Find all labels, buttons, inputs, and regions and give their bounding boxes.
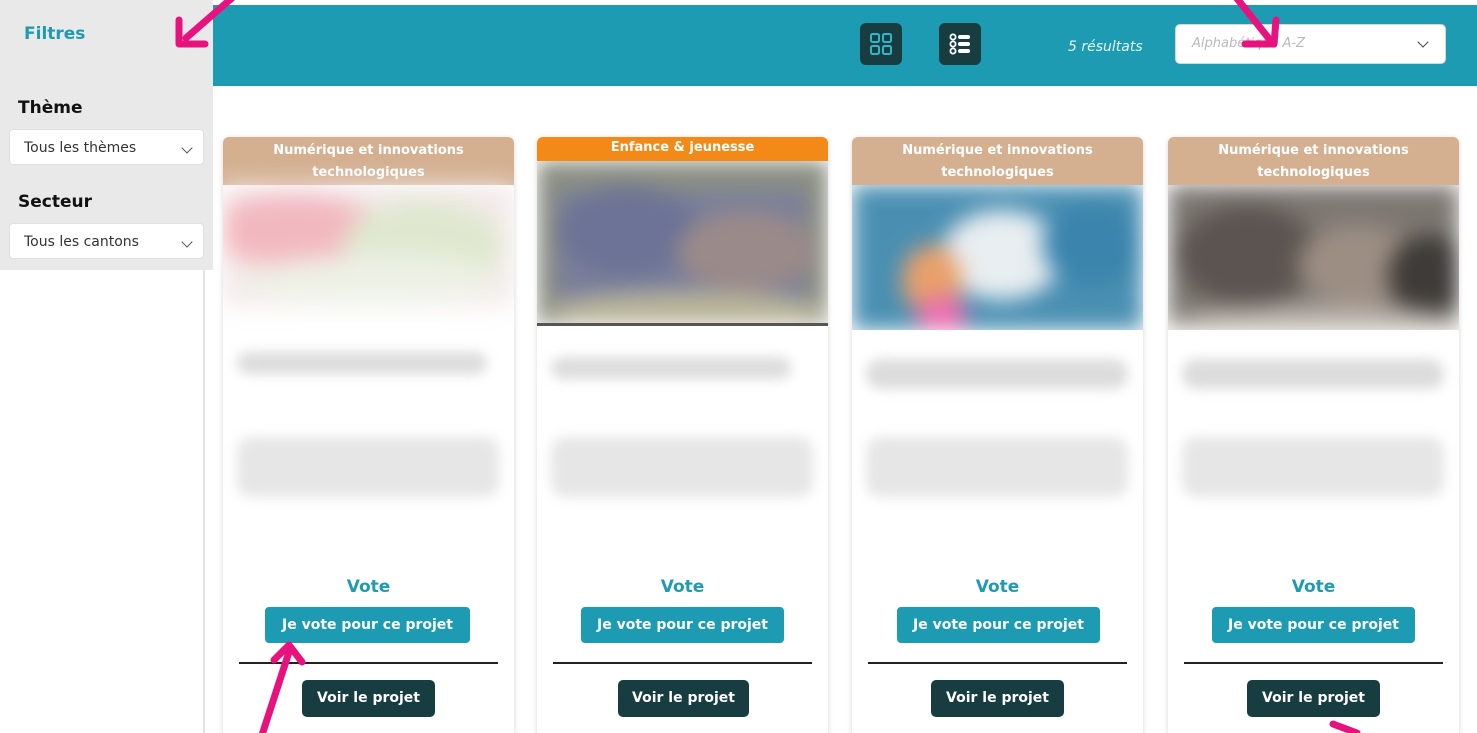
- divider: [239, 662, 498, 664]
- sort-select-value: Alphabétique A-Z: [1192, 36, 1306, 51]
- vote-button[interactable]: Je vote pour ce projet: [1212, 607, 1415, 643]
- vote-title: Vote: [1291, 577, 1336, 597]
- project-card: Numérique et innovations technologiques …: [1168, 137, 1459, 733]
- results-toolbar: 5 résultats Alphabétique A-Z: [213, 5, 1477, 86]
- vote-button[interactable]: Je vote pour ce projet: [581, 607, 784, 643]
- grid-view-button[interactable]: [860, 23, 902, 65]
- chevron-down-icon: [181, 236, 193, 248]
- sector-label: Secteur: [18, 192, 92, 212]
- chevron-down-icon: [1417, 36, 1429, 48]
- sidebar-divider: [203, 270, 205, 733]
- theme-tag: Numérique et innovations technologiques: [1168, 137, 1459, 185]
- results-count: 5 résultats: [1068, 39, 1143, 55]
- sector-select-value: Tous les cantons: [24, 234, 139, 250]
- theme-tag: Numérique et innovations technologiques: [852, 137, 1143, 185]
- theme-select-value: Tous les thèmes: [24, 140, 137, 156]
- project-image: [1168, 185, 1459, 330]
- chevron-down-icon: [181, 142, 193, 154]
- project-card: Numérique et innovations technologiques …: [223, 137, 514, 733]
- list-view-button[interactable]: [939, 23, 981, 65]
- project-image: [537, 161, 828, 324]
- vote-button[interactable]: Je vote pour ce projet: [897, 607, 1100, 643]
- divider: [553, 662, 812, 664]
- theme-tag: Enfance & jeunesse: [537, 137, 828, 161]
- image-border: [537, 323, 828, 326]
- divider: [1184, 662, 1443, 664]
- vote-title: Vote: [660, 577, 705, 597]
- project-image: [852, 185, 1143, 330]
- see-project-button[interactable]: Voir le projet: [1247, 680, 1380, 717]
- vote-title: Vote: [975, 577, 1020, 597]
- see-project-button[interactable]: Voir le projet: [931, 680, 1064, 717]
- see-project-button[interactable]: Voir le projet: [618, 680, 749, 717]
- grid-view-icon: [870, 33, 892, 55]
- filters-sidebar: Filtres Thème Tous les thèmes Secteur To…: [0, 0, 213, 270]
- see-project-button[interactable]: Voir le projet: [302, 680, 435, 717]
- filters-title: Filtres: [24, 24, 86, 44]
- vote-button[interactable]: Je vote pour ce projet: [265, 607, 470, 643]
- sort-select[interactable]: Alphabétique A-Z: [1175, 24, 1446, 64]
- theme-tag: Numérique et innovations technologiques: [223, 137, 514, 185]
- divider: [868, 662, 1127, 664]
- vote-title: Vote: [346, 577, 391, 597]
- project-card: Enfance & jeunesse Vote Je vote pour ce …: [537, 137, 828, 733]
- list-view-icon: [949, 33, 970, 55]
- theme-select[interactable]: Tous les thèmes: [9, 129, 204, 165]
- sector-select[interactable]: Tous les cantons: [9, 223, 204, 259]
- theme-label: Thème: [18, 98, 83, 118]
- project-image: [223, 185, 514, 430]
- project-card: Numérique et innovations technologiques …: [852, 137, 1143, 733]
